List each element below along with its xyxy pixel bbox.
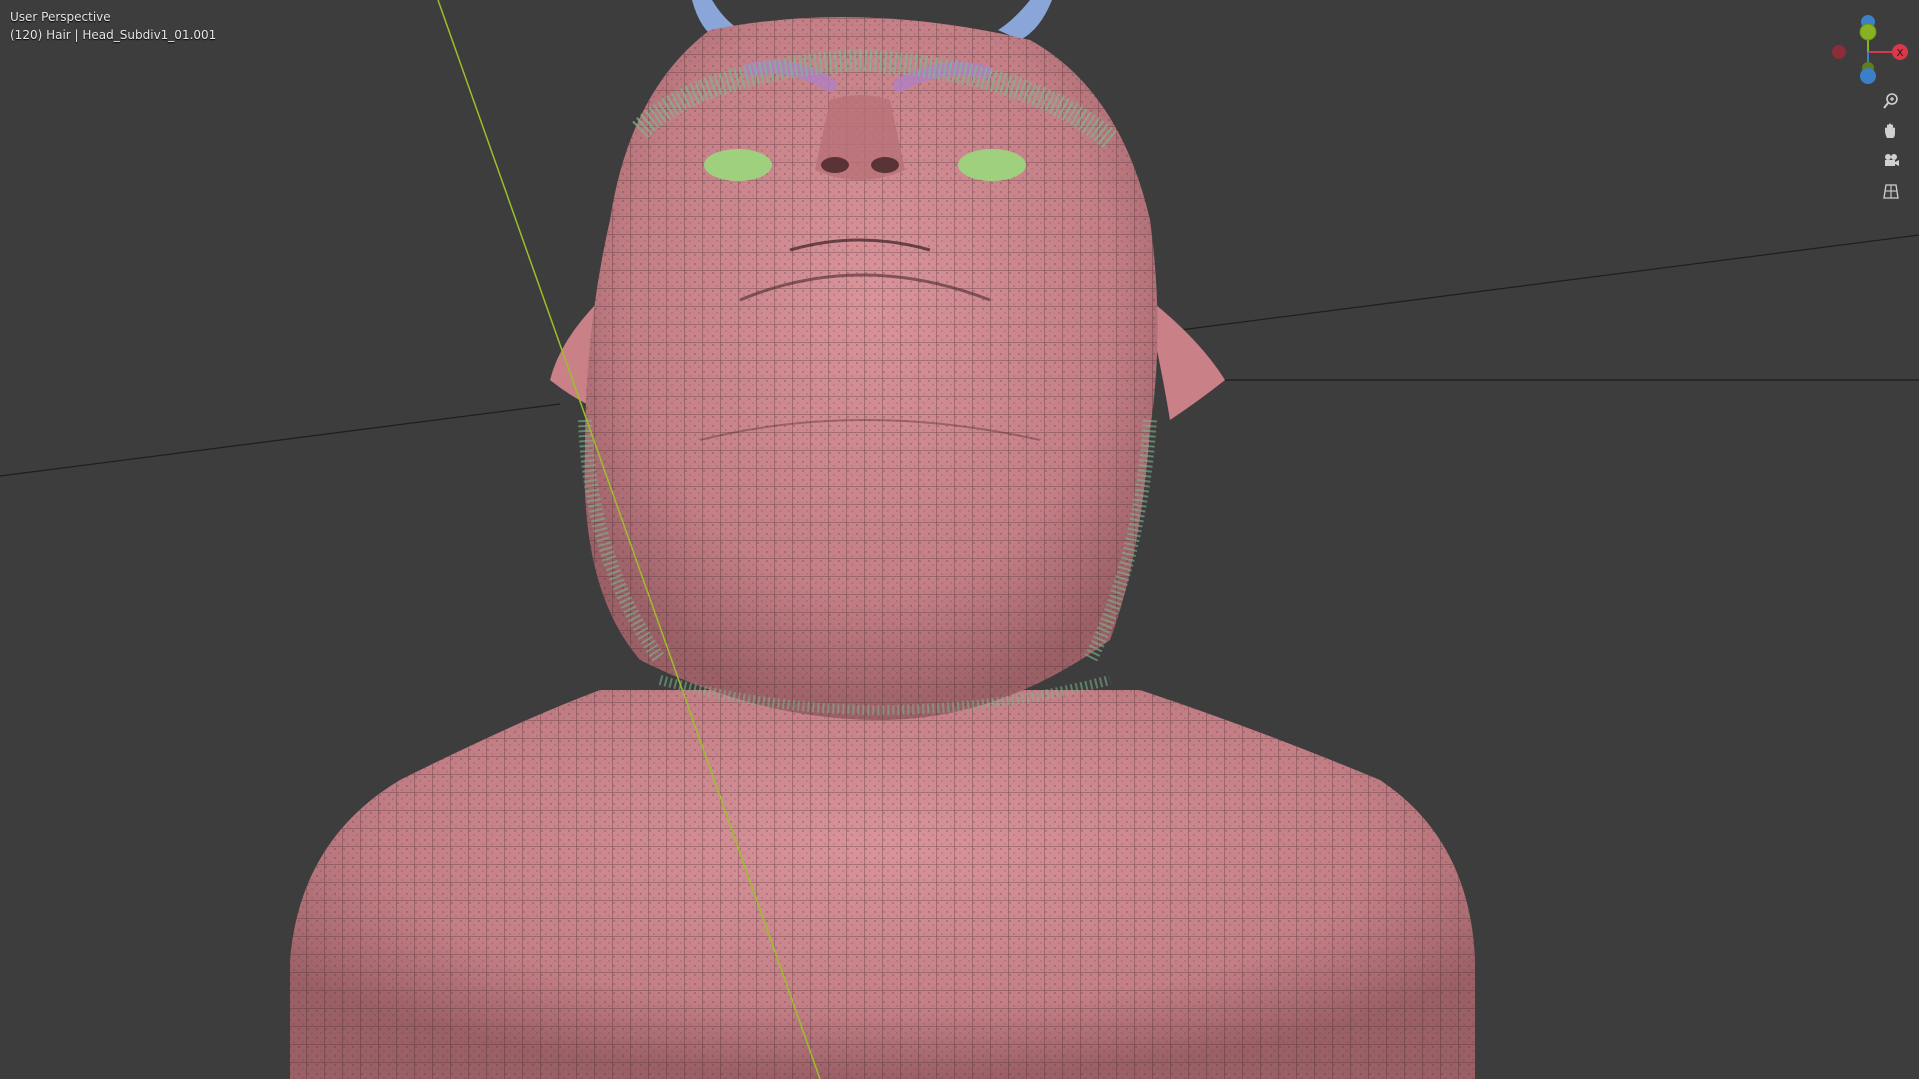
eye-left xyxy=(704,149,772,181)
grid-ortho-icon xyxy=(1883,184,1899,199)
ortho-toggle-button[interactable] xyxy=(1882,182,1910,210)
pan-button[interactable] xyxy=(1882,122,1910,150)
eye-right xyxy=(958,149,1026,181)
view-name-label: User Perspective xyxy=(10,10,111,24)
camera-icon xyxy=(1885,154,1899,166)
pan-hand-icon xyxy=(1885,123,1895,138)
floor-line-right xyxy=(1179,234,1919,331)
camera-view-button[interactable] xyxy=(1882,152,1910,180)
navigation-gizmo[interactable]: X xyxy=(1822,12,1914,92)
3d-viewport[interactable]: User Perspective (120) Hair | Head_Subdi… xyxy=(0,0,1919,1079)
horn-right xyxy=(998,0,1052,40)
zoom-button[interactable] xyxy=(1882,92,1910,120)
gizmo-neg-z-handle xyxy=(1860,68,1876,84)
gizmo-y-handle xyxy=(1859,23,1877,41)
floor-line-left xyxy=(0,403,561,477)
zoom-icon xyxy=(1883,93,1898,109)
gizmo-neg-x-handle xyxy=(1832,45,1846,59)
gizmo-x-label: X xyxy=(1897,48,1904,59)
scene-canvas[interactable] xyxy=(0,0,1919,1079)
ear-right xyxy=(1150,300,1225,420)
object-info-label: (120) Hair | Head_Subdiv1_01.001 xyxy=(10,28,217,42)
